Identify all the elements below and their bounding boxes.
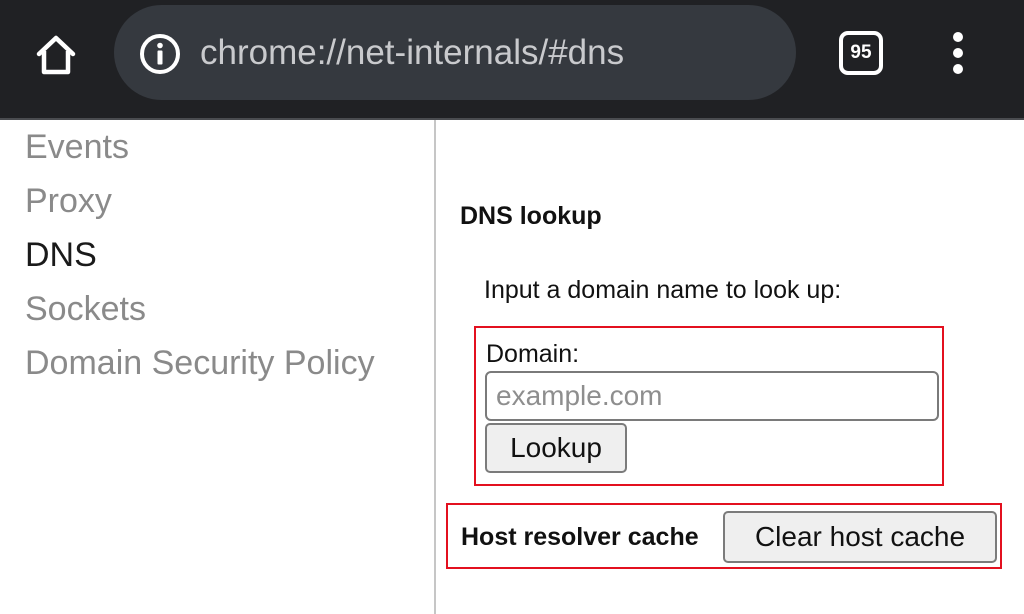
section-title: DNS lookup xyxy=(460,202,602,230)
browser-toolbar: chrome://net-internals/#dns 95 xyxy=(0,0,1024,120)
url-text[interactable]: chrome://net-internals/#dns xyxy=(200,31,624,75)
domain-input[interactable] xyxy=(485,371,939,421)
dns-lookup-form: Domain: Lookup xyxy=(474,326,944,486)
main-panel: DNS lookup Input a domain name to look u… xyxy=(438,120,1024,614)
domain-label: Domain: xyxy=(486,340,580,368)
tab-count: 95 xyxy=(850,42,872,63)
sidebar-item-events[interactable]: Events xyxy=(25,125,129,169)
more-vert-icon xyxy=(953,32,963,74)
lookup-button[interactable]: Lookup xyxy=(485,423,627,473)
home-icon xyxy=(36,35,76,75)
sidebar-item-domain-security-policy[interactable]: Domain Security Policy xyxy=(25,341,375,385)
home-button[interactable] xyxy=(28,27,84,83)
clear-host-cache-button[interactable]: Clear host cache xyxy=(723,511,997,563)
sidebar-item-proxy[interactable]: Proxy xyxy=(25,179,112,223)
sidebar-nav: Events Proxy DNS Sockets Domain Security… xyxy=(0,120,436,614)
host-resolver-cache-section: Host resolver cache Clear host cache xyxy=(446,503,1002,569)
host-resolver-cache-label: Host resolver cache xyxy=(461,523,699,551)
lookup-instruction: Input a domain name to look up: xyxy=(484,276,842,304)
tab-switcher-button[interactable]: 95 xyxy=(837,29,885,77)
info-icon[interactable] xyxy=(138,32,182,76)
sidebar-item-sockets[interactable]: Sockets xyxy=(25,287,146,331)
sidebar-item-dns[interactable]: DNS xyxy=(25,233,97,277)
more-menu-button[interactable] xyxy=(935,28,981,80)
omnibox[interactable]: chrome://net-internals/#dns xyxy=(114,5,796,100)
